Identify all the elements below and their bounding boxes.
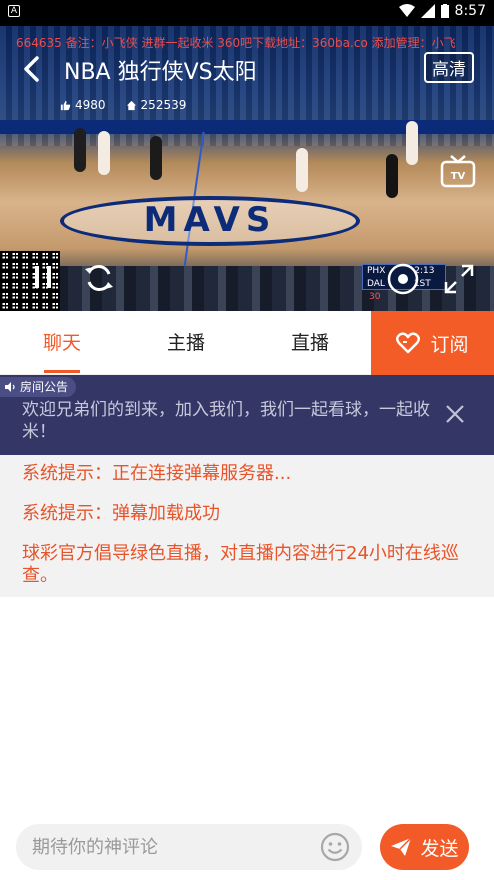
viewers-stat: 252539 (126, 98, 187, 112)
video-top-bar: NBA 独行侠VS太阳 高清 (0, 50, 494, 90)
svg-text:TV: TV (451, 171, 466, 182)
score-team2: DAL (367, 279, 385, 289)
player-figure (74, 128, 86, 172)
score-value: 30 (369, 292, 381, 302)
status-icons: 8:57 (398, 3, 486, 19)
battery-icon (440, 4, 449, 18)
scrolling-ticker: 664635 备注：小飞侠 进群一起收米 360吧下载地址：360ba.co 添… (16, 36, 456, 50)
tab-active-indicator (44, 370, 80, 373)
signal-icon (420, 4, 435, 18)
back-arrow-icon[interactable] (18, 54, 48, 84)
cast-icon[interactable] (386, 262, 420, 296)
player-figure (98, 131, 110, 175)
send-button[interactable]: 发送 (380, 824, 469, 870)
subscribe-button[interactable]: 订阅 (371, 311, 494, 375)
heart-icon (396, 332, 421, 354)
player-figure (150, 136, 162, 180)
subscribe-label: 订阅 (430, 333, 469, 356)
likes-stat: 4980 (60, 98, 106, 112)
tab-live[interactable]: 直播 (248, 311, 372, 375)
quality-button[interactable]: 高清 (424, 52, 474, 83)
close-icon[interactable] (444, 403, 466, 425)
home-icon (126, 100, 136, 110)
fullscreen-icon[interactable] (442, 262, 476, 296)
comment-input[interactable] (16, 824, 362, 870)
chat-message: 球彩官方倡导绿色直播，对直播内容进行24小时在线巡查。 (22, 543, 459, 586)
player-figure (406, 121, 418, 165)
video-player[interactable]: MAVS 664635 备注：小飞侠 进群一起收米 360吧下载地址：360ba… (0, 26, 494, 311)
viewers-count: 252539 (140, 98, 187, 112)
announcement-banner: 房间公告 欢迎兄弟们的到来，加入我们，我们一起看球，一起收米！ (0, 375, 494, 455)
refresh-icon[interactable] (82, 261, 116, 295)
video-title: NBA 独行侠VS太阳 (64, 60, 257, 85)
player-figure (296, 148, 308, 192)
paper-plane-icon (391, 837, 413, 856)
tv-icon[interactable]: TV (440, 154, 476, 188)
notification-icon: A (8, 5, 20, 17)
tab-host[interactable]: 主播 (124, 311, 248, 375)
status-bar: A 8:57 (0, 0, 494, 26)
player-figure (386, 154, 398, 198)
chat-message: 系统提示：正在连接弹幕服务器... (22, 463, 292, 484)
court-logo: MAVS (60, 196, 360, 246)
wifi-icon (398, 4, 415, 17)
pause-icon[interactable] (28, 262, 58, 292)
tab-chat[interactable]: 聊天 (0, 311, 124, 375)
comment-bar: 发送 (0, 810, 494, 880)
likes-count: 4980 (75, 98, 106, 112)
chat-messages: 系统提示：正在连接弹幕服务器... 系统提示：弹幕加载成功 球彩官方倡导绿色直播… (0, 455, 494, 597)
tab-bar: 聊天 主播 直播 订阅 (0, 311, 494, 375)
announcement-text: 欢迎兄弟们的到来，加入我们，我们一起看球，一起收米！ (22, 400, 430, 442)
send-label: 发送 (420, 837, 459, 860)
thumbs-up-icon (60, 100, 71, 110)
score-team1: PHX (367, 266, 386, 276)
clock: 8:57 (454, 3, 486, 19)
emoji-icon[interactable] (320, 832, 350, 862)
speaker-icon (5, 382, 15, 392)
announcement-label: 房间公告 (0, 377, 77, 397)
chat-message: 系统提示：弹幕加载成功 (22, 503, 220, 524)
announcement-label-text: 房间公告 (20, 380, 69, 394)
video-stats: 4980 252539 (60, 98, 186, 112)
